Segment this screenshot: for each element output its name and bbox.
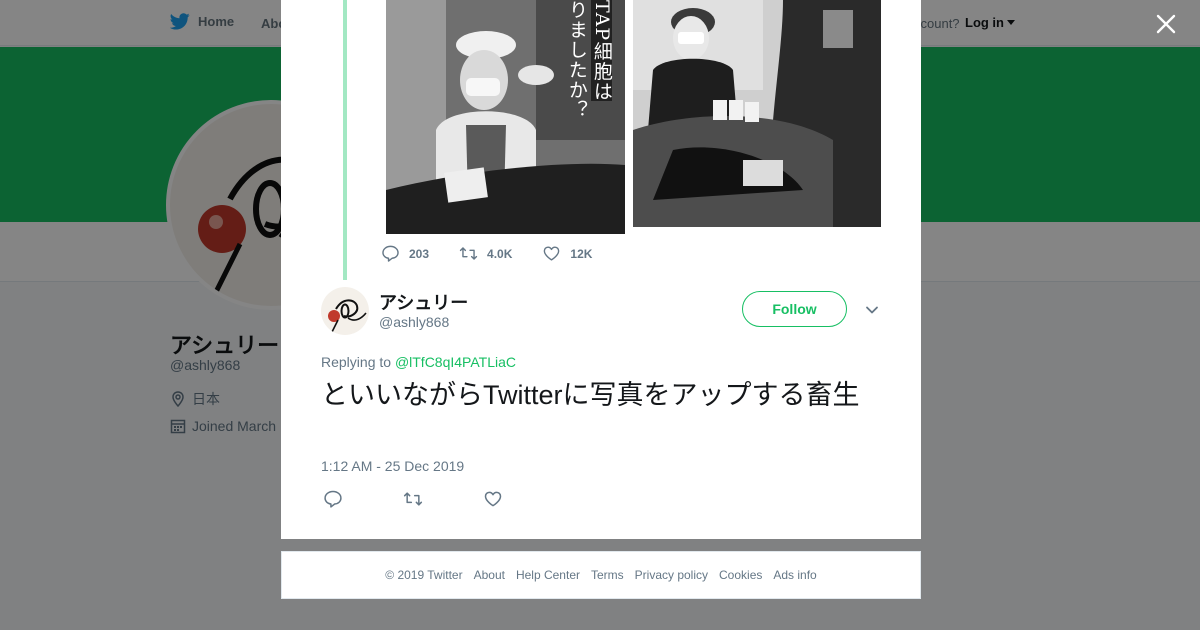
author-avatar[interactable] [321, 287, 369, 335]
reply-count: 203 [409, 246, 430, 261]
chevron-down-icon [866, 306, 878, 314]
photo-scene-worker [386, 0, 625, 234]
like-count: 12K [570, 246, 593, 261]
author-avatar-illustration [321, 287, 369, 335]
reply-stat[interactable]: 203 [381, 244, 429, 263]
retweet-icon [459, 247, 478, 260]
site-footer: © 2019 Twitter About Help Center Terms P… [281, 551, 921, 599]
footer-link-about[interactable]: About [474, 568, 505, 582]
heart-icon [544, 246, 560, 261]
replying-to-link[interactable]: @lTfC8qI4PATLiaC [395, 354, 516, 370]
footer-link-help-center[interactable]: Help Center [516, 568, 580, 582]
footer-copyright: © 2019 Twitter [385, 568, 463, 582]
tweet-permalink-modal: TAP細胞は りましたか？ 203 4.0K 12K アシュリー @ashly8… [281, 0, 921, 539]
conversation-thread-line [343, 0, 347, 280]
footer-link-cookies[interactable]: Cookies [719, 568, 762, 582]
like-stat[interactable]: 12K [542, 244, 592, 263]
tweet-menu-button[interactable] [865, 303, 879, 317]
quoted-tweet-stats: 203 4.0K 12K [381, 244, 622, 263]
tweet-photo-left[interactable]: TAP細胞は りましたか？ [386, 0, 625, 234]
author-name[interactable]: アシュリー [379, 289, 468, 315]
reply-icon [382, 245, 399, 262]
retweet-stat[interactable]: 4.0K [459, 244, 512, 263]
replying-to-line: Replying to @lTfC8qI4PATLiaC [321, 354, 516, 370]
close-button[interactable] [1153, 11, 1179, 37]
photo-scene-mahjong [633, 0, 881, 227]
heart-icon[interactable] [483, 489, 503, 509]
tweet-text: といいながらTwitterに写真をアップする畜生 [321, 380, 860, 410]
footer-link-terms[interactable]: Terms [591, 568, 624, 582]
footer-link-ads-info[interactable]: Ads info [773, 568, 816, 582]
close-icon [1156, 14, 1176, 34]
photo-caption-1: TAP細胞は [590, 0, 613, 102]
replying-prefix: Replying to [321, 354, 395, 370]
follow-button[interactable]: Follow [742, 291, 847, 327]
footer-link-privacy[interactable]: Privacy policy [635, 568, 708, 582]
retweet-icon[interactable] [403, 489, 423, 509]
tweet-timestamp[interactable]: 1:12 AM - 25 Dec 2019 [321, 458, 464, 474]
retweet-count: 4.0K [487, 246, 513, 261]
author-handle[interactable]: @ashly868 [379, 314, 449, 330]
tweet-photo-right[interactable] [633, 0, 881, 227]
reply-icon[interactable] [323, 489, 343, 509]
photo-caption-2: りましたか？ [565, 0, 588, 120]
tweet-action-bar [323, 489, 563, 509]
